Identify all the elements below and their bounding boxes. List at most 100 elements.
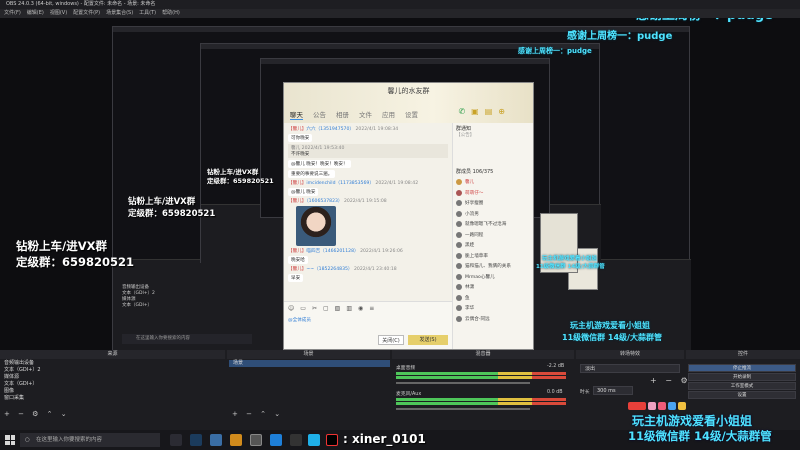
screen: OBS 24.0.3 (64-bit, windows) - 配置文件: 未命名… bbox=[0, 0, 800, 450]
mixer-db-desktop: -2.2 dB bbox=[547, 364, 565, 369]
member-item[interactable]: 馨儿 bbox=[456, 177, 532, 188]
qq-icon[interactable] bbox=[308, 434, 320, 446]
shared-photo[interactable] bbox=[296, 206, 336, 246]
tab-settings[interactable]: 设置 bbox=[405, 109, 418, 120]
volume-meter bbox=[396, 376, 566, 379]
steam-icon[interactable] bbox=[190, 434, 202, 446]
group-overlay-nested: 定级群：659820521 bbox=[128, 209, 216, 219]
browser-icon[interactable] bbox=[270, 434, 282, 446]
menu-tools[interactable]: 工具(T) bbox=[139, 9, 156, 18]
scene-toolbar[interactable]: + − ⌃ ⌄ bbox=[232, 410, 283, 418]
sources-list: 音频输出设备 文本（GDI+）2 媒体源 文本（GDI+） 图像 窗口采集 bbox=[0, 360, 225, 402]
video-icon[interactable]: ▣ bbox=[471, 107, 479, 116]
source-item[interactable]: 窗口采集 bbox=[0, 395, 225, 402]
emoji-icon[interactable]: ☺ bbox=[288, 305, 294, 312]
chat-bubble: 可你晚安 bbox=[288, 134, 313, 142]
studio-mode-button[interactable]: 工作室模式 bbox=[688, 382, 796, 390]
badge-line2: 11级微信群 14级/大蒜群管 bbox=[628, 429, 772, 443]
settings-button[interactable]: 设置 bbox=[688, 391, 796, 399]
app-icon[interactable] bbox=[210, 434, 222, 446]
member-item[interactable]: 萌萌仔～ bbox=[456, 188, 532, 199]
chat-bubble: 早安 bbox=[288, 274, 304, 282]
gif-icon[interactable]: ▭ bbox=[300, 305, 306, 312]
menu-file[interactable]: 文件(F) bbox=[4, 9, 21, 18]
source-item[interactable]: 媒体源 bbox=[0, 374, 225, 381]
share-icon[interactable]: ▤ bbox=[485, 107, 493, 116]
folder-icon[interactable]: ▢ bbox=[323, 305, 329, 312]
menu-help[interactable]: 帮助(H) bbox=[162, 9, 180, 18]
tiktok-icon[interactable] bbox=[326, 434, 338, 446]
member-item[interactable]: 黑娃 bbox=[456, 240, 532, 251]
transition-select[interactable]: 淡出 bbox=[580, 364, 680, 373]
member-panel: 群通知 【公告】 群成员 106/375 馨儿 萌萌仔～ 好享瘦圈 小流男 就像… bbox=[452, 123, 533, 349]
notice-text: 【公告】 bbox=[456, 133, 475, 138]
close-button[interactable]: 关闭(C) bbox=[378, 335, 404, 345]
stop-streaming-button[interactable]: 停止推流 bbox=[688, 364, 796, 372]
tab-notice[interactable]: 公告 bbox=[313, 109, 326, 120]
more-icon[interactable]: ⊕ bbox=[498, 107, 505, 116]
member-item[interactable]: 猫和猫儿、我俩的关系 bbox=[456, 261, 532, 272]
qq-chat-window[interactable]: 馨儿的水友群 聊天 公告 相册 文件 应用 设置 ✆ ▣ ▤ ⊕ 【馨儿】六六（… bbox=[283, 82, 534, 350]
menu-profile[interactable]: 配置文件(P) bbox=[73, 9, 100, 18]
volume-meter bbox=[396, 398, 566, 401]
member-item[interactable]: 林潇 bbox=[456, 282, 532, 293]
app-icon[interactable] bbox=[290, 434, 302, 446]
platform-icons bbox=[628, 400, 686, 411]
send-button[interactable]: 发送(S) bbox=[408, 335, 448, 345]
duration-input[interactable]: 300 ms bbox=[593, 386, 633, 395]
qq-group-title: 馨儿的水友群 bbox=[387, 87, 430, 95]
member-item[interactable]: 好享瘦圈 bbox=[456, 198, 532, 209]
call-icon[interactable]: ✆ bbox=[458, 107, 465, 116]
member-item[interactable]: 鱼 bbox=[456, 293, 532, 304]
chat-message: 【馨儿】六六（1351947570） 2022/4/1 19:08:34 bbox=[288, 127, 399, 132]
tab-album[interactable]: 相册 bbox=[336, 109, 349, 120]
image-icon[interactable]: ▧ bbox=[335, 305, 341, 312]
history-icon[interactable]: ≡ bbox=[369, 305, 374, 312]
windows-start-icon[interactable] bbox=[5, 435, 15, 445]
scene-item[interactable]: 场景 bbox=[229, 360, 390, 367]
menu-view[interactable]: 视图(V) bbox=[50, 9, 67, 18]
gift-icon[interactable]: ▥ bbox=[346, 305, 352, 312]
tab-apps[interactable]: 应用 bbox=[382, 109, 395, 120]
thanks-overlay-nested: 感谢上周榜一：pudge bbox=[518, 47, 592, 55]
obs-title-bar: OBS 24.0.3 (64-bit, windows) - 配置文件: 未命名… bbox=[0, 0, 800, 9]
qq-toolbar: ✆ ▣ ▤ ⊕ bbox=[458, 107, 505, 116]
member-item[interactable]: Mrmao心馨儿 bbox=[456, 272, 532, 283]
group-overlay-nested: 定级群：659820521 bbox=[207, 177, 274, 185]
tab-chat[interactable]: 聊天 bbox=[290, 109, 303, 120]
transition-add-remove[interactable]: + − ⚙ bbox=[650, 376, 691, 385]
member-item[interactable]: 小流男 bbox=[456, 209, 532, 220]
volume-meter bbox=[396, 402, 566, 405]
source-item[interactable]: 音频输出设备 bbox=[0, 360, 225, 367]
promo-badge: 玩主机游戏爱看小姐姐 11级微信群 14级/大蒜群管 bbox=[628, 400, 800, 450]
source-toolbar[interactable]: + − ⚙ ⌃ ⌄ bbox=[4, 410, 70, 418]
volume-slider[interactable] bbox=[396, 408, 530, 410]
mixer-db-mic: 0.0 dB bbox=[547, 390, 563, 395]
mic-icon[interactable]: ◉ bbox=[358, 305, 363, 312]
member-item[interactable]: 就像嗯嗯飞不过沧海 bbox=[456, 219, 532, 230]
taskbar-search[interactable]: 在这里输入你要搜索的内容 bbox=[20, 433, 160, 447]
mixer-header: 混音器 bbox=[392, 350, 574, 359]
source-item[interactable]: 文本（GDI+） bbox=[0, 381, 225, 388]
member-item[interactable]: 李华 bbox=[456, 303, 532, 314]
volume-slider[interactable] bbox=[396, 382, 530, 384]
folder-icon[interactable] bbox=[230, 434, 242, 446]
member-item[interactable]: 一路同程 bbox=[456, 230, 532, 241]
nested-taskbar-search: 在这里输入你要搜索的内容 bbox=[122, 334, 252, 344]
nested-sources-list: 音频输出设备 文本（GDI+）2 媒体源 文本（GDI+） bbox=[122, 285, 155, 308]
tab-files[interactable]: 文件 bbox=[359, 109, 372, 120]
member-count: 群成员 106/375 bbox=[456, 169, 494, 175]
start-recording-button[interactable]: 开始录制 bbox=[688, 373, 796, 381]
member-item[interactable]: 脆上墙草率 bbox=[456, 251, 532, 262]
scissors-icon[interactable]: ✂ bbox=[312, 305, 317, 312]
obs-icon[interactable] bbox=[250, 434, 262, 446]
message-input[interactable]: @全体成员 bbox=[288, 317, 311, 323]
taskview-icon[interactable] bbox=[170, 434, 182, 446]
menu-edit[interactable]: 编辑(E) bbox=[27, 9, 44, 18]
member-item[interactable]: 云偶合-同远 bbox=[456, 314, 532, 325]
source-item[interactable]: 图像 bbox=[0, 388, 225, 395]
source-item[interactable]: 文本（GDI+）2 bbox=[0, 367, 225, 374]
menu-scene-collection[interactable]: 场景集合(S) bbox=[106, 9, 133, 18]
chat-bubble: 重要的事要说三遍。 bbox=[288, 170, 336, 178]
chat-message: 【馨儿】喵四吉（1466201128） 2022/4/1 19:26:06 bbox=[288, 249, 403, 254]
